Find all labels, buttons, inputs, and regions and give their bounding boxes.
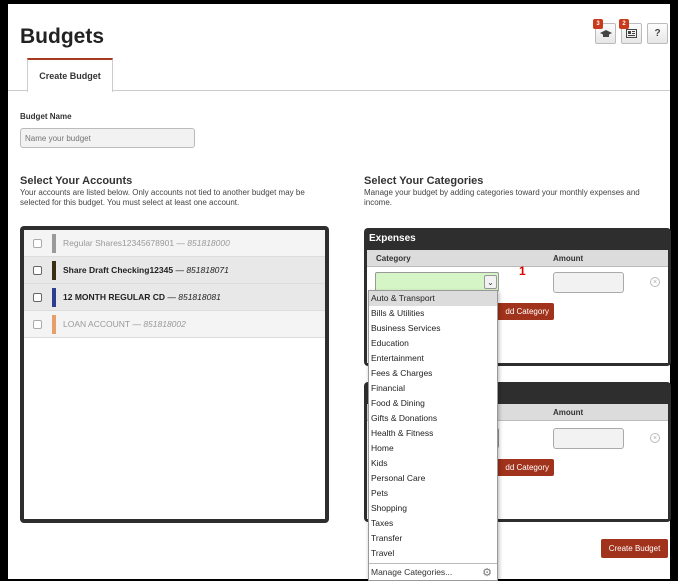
amount-column-header: Amount <box>553 253 584 263</box>
create-budget-button[interactable]: Create Budget <box>601 539 668 558</box>
account-checkbox[interactable] <box>33 292 42 302</box>
amount-column-header: Amount <box>553 407 584 417</box>
account-number: 851818071 <box>186 265 229 275</box>
account-row[interactable]: LOAN ACCOUNT — 851818002 <box>24 311 325 338</box>
account-number: 851818081 <box>178 292 221 302</box>
category-select[interactable]: ⌄ <box>375 272 499 292</box>
dropdown-option[interactable]: Food & Dining <box>369 396 497 411</box>
news-count-badge: 2 <box>619 19 629 29</box>
amount-input[interactable] <box>553 272 624 293</box>
dropdown-option[interactable]: Gifts & Donations <box>369 411 497 426</box>
account-number: 851818000 <box>187 238 230 248</box>
newspaper-icon <box>626 29 637 38</box>
account-checkbox[interactable] <box>33 238 42 248</box>
help-label: ? <box>654 28 661 39</box>
dropdown-option[interactable]: Shopping <box>369 501 497 516</box>
accounts-description: Your accounts are listed below. Only acc… <box>20 188 305 207</box>
budgets-page: Budgets 3 2 ? Create Budget Budget Name … <box>8 4 671 579</box>
account-color-bar <box>52 233 56 253</box>
add-category-button[interactable]: dd Category <box>492 303 554 320</box>
dropdown-option[interactable]: Financial <box>369 381 497 396</box>
dropdown-option[interactable]: Education <box>369 336 497 351</box>
gear-icon: ⚙ <box>482 567 492 579</box>
account-color-bar <box>52 314 56 334</box>
dropdown-option[interactable]: Taxes <box>369 516 497 531</box>
accounts-title: Select Your Accounts <box>20 175 133 187</box>
category-dropdown-menu: Auto & Transport Bills & Utilities Busin… <box>368 290 498 581</box>
remove-row-icon[interactable]: × <box>650 277 660 287</box>
page-title: Budgets <box>20 25 104 48</box>
budget-name-input[interactable] <box>20 128 195 148</box>
dropdown-option[interactable]: Health & Fitness <box>369 426 497 441</box>
add-category-button[interactable]: dd Category <box>492 459 554 476</box>
dropdown-option[interactable]: Bills & Utilities <box>369 306 497 321</box>
budget-name-label: Budget Name <box>20 112 72 121</box>
account-name: 12 MONTH REGULAR CD <box>63 292 166 302</box>
dropdown-option[interactable]: Pets <box>369 486 497 501</box>
learn-button[interactable]: 3 <box>593 19 616 44</box>
dropdown-option[interactable]: Transfer <box>369 531 497 546</box>
account-checkbox[interactable] <box>33 265 42 275</box>
learn-count-badge: 3 <box>593 19 603 29</box>
dropdown-option[interactable]: Kids <box>369 456 497 471</box>
dropdown-option[interactable]: Entertainment <box>369 351 497 366</box>
account-number: 851818002 <box>143 319 186 329</box>
dropdown-option[interactable]: Fees & Charges <box>369 366 497 381</box>
tab-bar: Create Budget <box>8 58 670 92</box>
category-column-header: Category <box>376 253 411 263</box>
account-color-bar <box>52 260 56 280</box>
account-name: LOAN ACCOUNT <box>63 319 131 329</box>
dropdown-option[interactable]: Personal Care <box>369 471 497 486</box>
account-name: Regular Shares12345678901 <box>63 238 175 248</box>
dropdown-option[interactable]: Home <box>369 441 497 456</box>
dropdown-option[interactable]: Auto & Transport <box>369 291 497 306</box>
graduation-cap-icon <box>599 29 612 37</box>
expenses-title: Expenses <box>369 233 416 244</box>
account-row[interactable]: Share Draft Checking12345 — 851818071 <box>24 257 325 284</box>
categories-description: Manage your budget by adding categories … <box>364 188 640 207</box>
news-button[interactable]: 2 <box>619 19 642 44</box>
annotation-number: 1 <box>519 264 526 278</box>
account-color-bar <box>52 287 56 307</box>
amount-input[interactable] <box>553 428 624 449</box>
chevron-down-icon[interactable]: ⌄ <box>484 275 497 289</box>
manage-categories-label: Manage Categories... <box>371 567 453 577</box>
accounts-panel: Regular Shares12345678901 — 851818000 Sh… <box>20 226 329 523</box>
dropdown-option[interactable]: Travel <box>369 546 497 561</box>
account-checkbox[interactable] <box>33 319 42 329</box>
tab-create-budget[interactable]: Create Budget <box>27 58 113 92</box>
manage-categories-link[interactable]: Manage Categories... ⚙ <box>369 563 497 580</box>
help-button[interactable]: ? <box>647 23 668 44</box>
account-row[interactable]: 12 MONTH REGULAR CD — 851818081 <box>24 284 325 311</box>
remove-row-icon[interactable]: × <box>650 433 660 443</box>
categories-title: Select Your Categories <box>364 175 484 187</box>
dropdown-option[interactable]: Business Services <box>369 321 497 336</box>
account-name: Share Draft Checking12345 <box>63 265 174 275</box>
account-row[interactable]: Regular Shares12345678901 — 851818000 <box>24 230 325 257</box>
